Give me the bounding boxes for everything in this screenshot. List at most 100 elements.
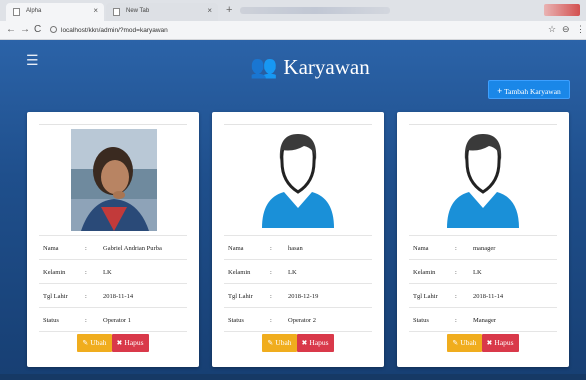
colon: : (455, 317, 457, 324)
menu-dots-icon[interactable]: ⋮ (576, 24, 585, 35)
url-field[interactable]: localhost/kkn/admin/?mod=karyawan (50, 26, 168, 34)
colon: : (270, 317, 272, 324)
menu-hamburger-icon[interactable]: ☰ (26, 52, 39, 69)
info-icon[interactable] (50, 26, 57, 33)
detail-row: Status: Operator 2 (224, 307, 372, 331)
browser-tab-bar: Alpha × New Tab × + (0, 0, 586, 21)
detail-row: Nama: Gabriel Andrian Purba (39, 235, 187, 259)
colon: : (85, 317, 87, 324)
browser-tab-new[interactable]: New Tab × (106, 3, 218, 21)
value-tgl-lahir: 2018-11-14 (473, 293, 504, 300)
label-kelamin: Kelamin (228, 269, 251, 276)
value-tgl-lahir: 2018-12-19 (288, 293, 319, 300)
edit-label: Ubah (460, 338, 477, 347)
detail-row: Status: Operator 1 (39, 307, 187, 331)
colon: : (85, 293, 87, 300)
value-nama: Gabriel Andrian Purba (103, 245, 162, 252)
forward-icon[interactable]: → (20, 24, 30, 35)
account-icon[interactable]: ⊖ (562, 24, 570, 35)
detail-row: Kelamin: LK (224, 259, 372, 283)
delete-button[interactable]: ✖ Hapus (296, 334, 334, 352)
delete-x-icon: ✖ (486, 339, 493, 347)
label-tgl-lahir: Tgl Lahir (413, 293, 438, 300)
address-bar: ← → C localhost/kkn/admin/?mod=karyawan … (0, 21, 586, 40)
tab-title: New Tab (126, 8, 150, 14)
employee-card: Nama: Gabriel Andrian Purba Kelamin: LK Tg… (27, 112, 199, 367)
card-actions: ✎ Ubah ✖ Hapus (397, 334, 569, 352)
close-tab-icon[interactable]: × (93, 6, 98, 15)
page-title-text: Karyawan (283, 55, 370, 79)
page-content: ☰ 👥 Karyawan + Tambah Karyawan Nama: Gabri… (0, 40, 586, 380)
detail-row: Tgl Lahir: 2018-11-14 (39, 283, 187, 307)
colon: : (270, 245, 272, 252)
edit-icon: ✎ (452, 339, 459, 347)
close-tab-icon[interactable]: × (207, 6, 212, 15)
delete-x-icon: ✖ (301, 339, 308, 347)
default-avatar-icon (262, 134, 334, 228)
label-tgl-lahir: Tgl Lahir (43, 293, 68, 300)
delete-button[interactable]: ✖ Hapus (481, 334, 519, 352)
add-employee-label: Tambah Karyawan (504, 87, 561, 96)
delete-label: Hapus (494, 338, 514, 347)
value-kelamin: LK (288, 269, 297, 276)
label-kelamin: Kelamin (413, 269, 436, 276)
page-icon (13, 8, 20, 16)
colon: : (85, 269, 87, 276)
plus-icon: + (497, 86, 503, 96)
edit-button[interactable]: ✎ Ubah (262, 334, 297, 352)
detail-row: Tgl Lahir: 2018-11-14 (409, 283, 557, 307)
label-status: Status (228, 317, 244, 324)
edit-icon: ✎ (267, 339, 274, 347)
employee-photo (71, 129, 157, 231)
value-tgl-lahir: 2018-11-14 (103, 293, 134, 300)
people-logo-icon: 👥 (250, 54, 278, 79)
detail-row: Tgl Lahir: 2018-12-19 (224, 283, 372, 307)
value-kelamin: LK (103, 269, 112, 276)
label-status: Status (43, 317, 59, 324)
label-kelamin: Kelamin (43, 269, 66, 276)
window-controls[interactable] (544, 4, 580, 16)
label-nama: Nama (228, 245, 244, 252)
value-status: Operator 1 (103, 317, 131, 324)
employee-card: Nama: manager Kelamin: LK Tgl Lahir: 2018-1… (397, 112, 569, 367)
card-actions: ✎ Ubah ✖ Hapus (27, 334, 199, 352)
edit-icon: ✎ (82, 339, 89, 347)
value-nama: manager (473, 245, 496, 252)
bookmark-star-icon[interactable]: ☆ (548, 24, 556, 35)
colon: : (85, 245, 87, 252)
browser-tab-active[interactable]: Alpha × (6, 3, 104, 21)
reload-icon[interactable]: C (34, 24, 41, 35)
back-icon[interactable]: ← (6, 24, 16, 35)
employee-details: Nama: hasan Kelamin: LK Tgl Lahir: 2018-12-… (224, 235, 372, 332)
colon: : (270, 293, 272, 300)
employee-card: Nama: hasan Kelamin: LK Tgl Lahir: 2018-12-… (212, 112, 384, 367)
delete-label: Hapus (124, 338, 144, 347)
label-status: Status (413, 317, 429, 324)
label-nama: Nama (43, 245, 59, 252)
detail-row: Nama: hasan (224, 235, 372, 259)
delete-button[interactable]: ✖ Hapus (111, 334, 149, 352)
detail-row: Nama: manager (409, 235, 557, 259)
url-text: localhost/kkn/admin/?mod=karyawan (61, 27, 168, 34)
employee-details: Nama: manager Kelamin: LK Tgl Lahir: 2018-1… (409, 235, 557, 332)
employee-details: Nama: Gabriel Andrian Purba Kelamin: LK Tg… (39, 235, 187, 332)
value-status: Manager (473, 317, 497, 324)
value-kelamin: LK (473, 269, 482, 276)
colon: : (270, 269, 272, 276)
tab-title: Alpha (26, 8, 42, 14)
label-nama: Nama (413, 245, 429, 252)
new-tab-icon[interactable]: + (226, 4, 232, 16)
edit-button[interactable]: ✎ Ubah (77, 334, 112, 352)
detail-row: Kelamin: LK (409, 259, 557, 283)
edit-button[interactable]: ✎ Ubah (447, 334, 482, 352)
card-actions: ✎ Ubah ✖ Hapus (212, 334, 384, 352)
delete-x-icon: ✖ (116, 339, 123, 347)
detail-row: Status: Manager (409, 307, 557, 331)
delete-label: Hapus (309, 338, 329, 347)
add-employee-button[interactable]: + Tambah Karyawan (488, 80, 570, 99)
value-nama: hasan (288, 245, 303, 252)
label-tgl-lahir: Tgl Lahir (228, 293, 253, 300)
page-bottom-strip (0, 374, 586, 380)
colon: : (455, 245, 457, 252)
colon: : (455, 293, 457, 300)
